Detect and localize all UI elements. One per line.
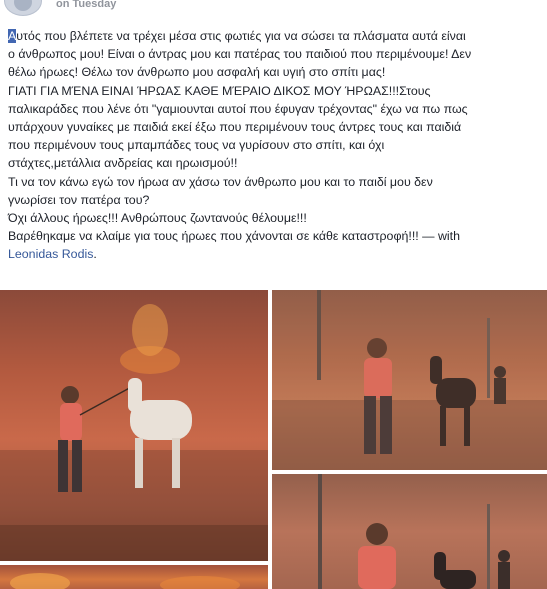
post-text: Αυτός που βλέπετε να τρέχει μέσα στις φω… — [8, 27, 540, 264]
post-line: γνωρίσει τον πατέρα του? — [8, 192, 150, 207]
photo-fire-partial-image — [10, 573, 240, 589]
post-line: Τι να τον κάνω εγώ τον ήρωα αν χάσω τον … — [8, 174, 433, 189]
post-line-text: . — [93, 247, 97, 262]
tagged-person-link[interactable]: Leonidas Rodis — [8, 247, 93, 261]
photo-man-with-donkey-closeup-image — [318, 474, 510, 589]
photo-man-with-horse[interactable] — [0, 290, 268, 561]
post-line: υπάρχουν γυναίκες με παιδιά εκεί έξω που… — [8, 120, 462, 135]
photo-fire-partial[interactable] — [0, 565, 268, 589]
post-line: Leonidas Rodis. — [8, 245, 540, 263]
post-line: θέλω ήρωες! Θέλω τον άνθρωπο μου ασφαλή … — [8, 65, 386, 80]
post-timestamp[interactable]: on Tuesday — [56, 0, 116, 10]
post-line: παλικαράδες που λένε ότι "γαμιουνται αυτ… — [8, 101, 468, 116]
photo-man-with-donkey-image — [272, 290, 547, 470]
post-header: on Tuesday — [0, 0, 547, 22]
profile-avatar[interactable] — [4, 0, 42, 16]
post-line: Όχι άλλους ήρωες!!! Ανθρώπους ζωντανούς … — [8, 211, 307, 226]
photo-grid — [0, 290, 547, 589]
post-line-text: υτός που βλέπετε να τρέχει μέσα στις φωτ… — [16, 29, 466, 43]
photo-man-with-horse-image — [0, 304, 268, 561]
post-line: ΓΙΑΤΙ ΓΙΑ ΜΈΝΑ ΕΙΝΑΙ ΉΡΩΑΣ ΚΑΘΕ ΜΈΡΑΙΟ Δ… — [8, 83, 431, 98]
photo-man-with-donkey[interactable] — [272, 290, 547, 470]
post-line: στάχτες,μετάλλια ανδρείας και ηρωισμού!! — [8, 156, 238, 171]
photo-man-with-donkey-closeup[interactable] — [272, 474, 547, 589]
post-line: που περιμένουν τους μπαμπάδες τους να γυ… — [8, 138, 385, 153]
post-line: Βαρέθηκαμε να κλαίμε για τους ήρωες που … — [8, 229, 461, 244]
post-line: Αυτός που βλέπετε να τρέχει μέσα στις φω… — [8, 27, 540, 45]
post-line: ο άνθρωπος μου! Είναι ο άντρας μου και π… — [8, 47, 472, 62]
